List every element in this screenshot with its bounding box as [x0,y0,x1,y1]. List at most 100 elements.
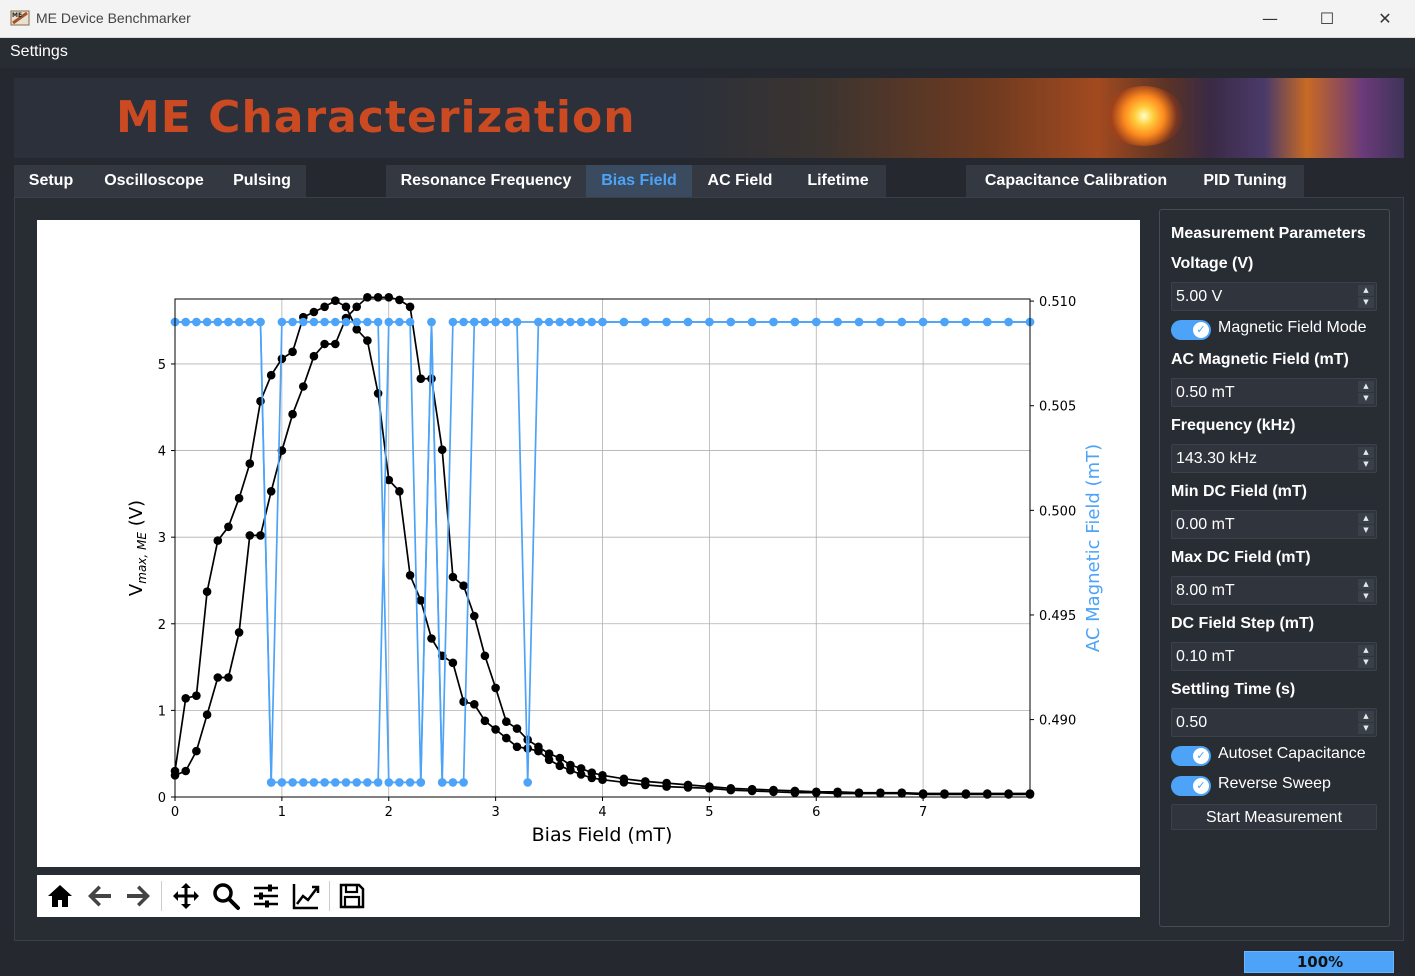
tab-pulsing[interactable]: Pulsing [220,165,304,197]
forward-arrow-icon[interactable] [123,881,153,911]
data-point [202,317,212,327]
toolbar-separator [161,881,162,911]
min-dc-field-spinbox[interactable]: 0.00 mT ▲ ▼ [1171,510,1377,539]
data-point [213,317,223,327]
chevron-down-icon[interactable]: ▼ [1358,591,1374,602]
svg-text:ME: ME [12,12,22,19]
tab-bias-field[interactable]: Bias Field [586,165,692,197]
data-point [331,317,340,327]
data-point [683,780,693,790]
dc-field-step-label: DC Field Step (mT) [1171,615,1315,632]
dc-field-step-spinbox[interactable]: 0.10 mT ▲ ▼ [1171,642,1377,671]
data-point [266,370,276,380]
data-point [245,459,255,468]
min-dc-field-label: Min DC Field (mT) [1171,483,1307,500]
settling-time-value: 0.50 [1176,714,1208,731]
data-point [277,778,287,787]
data-point [352,778,362,787]
data-point [277,317,287,327]
zoom-icon[interactable] [211,881,241,911]
tab-oscilloscope[interactable]: Oscilloscope [94,165,214,197]
toggle-switch[interactable]: ✓ [1171,776,1211,796]
chevron-up-icon[interactable]: ▲ [1358,579,1374,590]
tab-lifetime[interactable]: Lifetime [790,165,886,197]
data-point [790,317,800,327]
data-point [331,296,340,305]
data-point [192,317,201,327]
chevron-down-icon[interactable]: ▼ [1358,459,1374,470]
plot-canvas[interactable]: 0 1 2 3 4 5 6 7 0 1 2 3 4 5 0.490 0.495 0.500 0.505 0.510 … [37,220,1140,867]
chevron-down-icon[interactable]: ▼ [1358,723,1374,734]
data-point [181,694,190,703]
data-point [373,778,383,787]
max-dc-field-spinbox[interactable]: 8.00 mT ▲ ▼ [1171,576,1377,605]
minimize-button[interactable]: — [1241,0,1299,38]
maximize-button[interactable]: ☐ [1298,0,1356,38]
toolbar-separator [329,881,330,911]
toggle-switch[interactable]: ✓ [1171,746,1211,766]
tab-setup[interactable]: Setup [14,165,88,197]
chevron-up-icon[interactable]: ▲ [1358,645,1374,656]
data-point [576,764,586,773]
menu-settings[interactable]: Settings [10,43,68,61]
data-point [480,716,490,726]
chevron-up-icon[interactable]: ▲ [1358,447,1374,458]
ac-field-spinbox[interactable]: 0.50 mT ▲ ▼ [1171,378,1377,407]
params-header: Measurement Parameters [1171,225,1366,242]
data-point [224,522,233,532]
tab-group-2: Resonance Frequency Bias Field AC Field … [386,165,886,197]
chevron-down-icon[interactable]: ▼ [1358,393,1374,404]
voltage-spinbox[interactable]: 5.00 V ▲ ▼ [1171,282,1377,311]
data-point [523,778,532,787]
configure-subplots-icon[interactable] [251,881,281,911]
chevron-up-icon[interactable]: ▲ [1358,513,1374,524]
save-icon[interactable] [337,881,367,911]
data-point [341,317,351,327]
pan-icon[interactable] [171,881,201,911]
chevron-down-icon[interactable]: ▼ [1358,657,1374,668]
tab-resonance-frequency[interactable]: Resonance Frequency [386,165,586,197]
data-point [427,634,436,643]
data-point [416,374,426,383]
tab-ac-field[interactable]: AC Field [692,165,788,197]
data-point [373,317,383,327]
data-point [309,317,319,327]
data-point [470,317,479,327]
data-point [181,766,190,776]
data-point [320,317,329,327]
frequency-label: Frequency (kHz) [1171,417,1296,434]
x-tick-label: 5 [705,805,713,820]
data-point [961,317,971,327]
chevron-up-icon[interactable]: ▲ [1358,711,1374,722]
data-point [288,347,297,357]
data-point [266,778,276,787]
y-axis-label: Vmax, ME (V) [126,500,149,596]
bias-field-chart[interactable]: 0 1 2 3 4 5 6 70123450.4900.4950.5000.5050.510 … [37,220,1140,867]
tab-pid-tuning[interactable]: PID Tuning [1188,165,1302,197]
settling-time-spinbox[interactable]: 0.50 ▲ ▼ [1171,708,1377,737]
data-point [641,317,650,327]
max-dc-field-label: Max DC Field (mT) [1171,549,1311,566]
data-point [427,317,436,327]
data-point [384,778,394,787]
data-point [352,317,362,327]
data-point [641,777,650,786]
data-point [502,717,511,726]
y-tick-label: 4 [158,445,166,460]
data-point [459,778,468,787]
chevron-up-icon[interactable]: ▲ [1358,381,1374,392]
frequency-spinbox[interactable]: 143.30 kHz ▲ ▼ [1171,444,1377,473]
home-icon[interactable] [45,881,75,911]
data-point [566,760,575,770]
chevron-up-icon[interactable]: ▲ [1358,285,1374,296]
data-point [363,293,372,302]
chevron-down-icon[interactable]: ▼ [1358,525,1374,536]
edit-axes-icon[interactable] [291,881,321,911]
toggle-switch[interactable]: ✓ [1171,320,1211,340]
tab-capacitance-calibration[interactable]: Capacitance Calibration [966,165,1186,197]
chevron-down-icon[interactable]: ▼ [1358,297,1374,308]
start-measurement-button[interactable]: Start Measurement [1171,804,1377,830]
data-point [224,673,233,682]
back-arrow-icon[interactable] [85,881,115,911]
close-button[interactable]: ✕ [1356,0,1414,38]
